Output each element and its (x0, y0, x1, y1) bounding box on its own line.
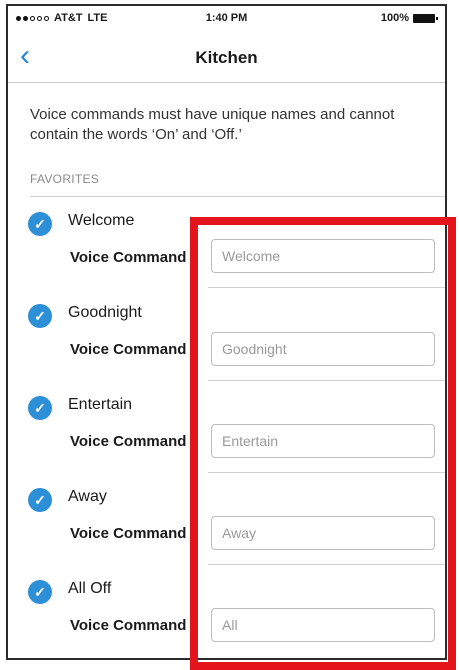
checkmark-icon[interactable]: ✓ (28, 488, 52, 512)
section-header-favorites: FAVORITES (30, 172, 100, 186)
row-divider (208, 380, 445, 381)
row-divider (208, 564, 445, 565)
favorite-name: Welcome (68, 212, 135, 229)
favorite-name: Entertain (68, 396, 133, 413)
checkmark-icon[interactable]: ✓ (28, 212, 52, 236)
section-divider (30, 196, 445, 197)
status-bar: AT&T LTE 1:40 PM 100% (8, 6, 445, 32)
battery-full-icon (413, 13, 438, 23)
favorite-name: Away (68, 488, 107, 505)
voice-command-label: Voice Command (70, 249, 187, 266)
voice-command-input[interactable] (211, 608, 435, 642)
battery-indicator: 100% (380, 12, 438, 24)
voice-command-input[interactable] (211, 239, 435, 273)
checkmark-icon[interactable]: ✓ (28, 304, 52, 328)
row-divider (208, 472, 445, 473)
favorite-name: All Off (68, 580, 112, 597)
page-title: Kitchen (195, 48, 258, 67)
checkmark-icon[interactable]: ✓ (28, 580, 52, 604)
voice-command-input[interactable] (211, 424, 435, 458)
row-divider (208, 287, 445, 288)
battery-percent: 100% (380, 12, 409, 24)
info-text: Voice commands must have unique names an… (30, 106, 395, 143)
voice-command-input[interactable] (211, 332, 435, 366)
phone-screen: AT&T LTE 1:40 PM 100% ‹ Kitchen Voice co… (6, 4, 447, 660)
status-time: 1:40 PM (205, 12, 248, 24)
checkmark-icon[interactable]: ✓ (28, 396, 52, 420)
voice-command-label: Voice Command (70, 525, 187, 542)
voice-command-label: Voice Command (70, 341, 187, 358)
voice-command-label: Voice Command (70, 433, 187, 450)
voice-command-input[interactable] (211, 516, 435, 550)
favorite-name: Goodnight (68, 304, 142, 321)
navigation-bar: ‹ Kitchen (8, 32, 445, 83)
voice-command-label: Voice Command (70, 617, 187, 634)
